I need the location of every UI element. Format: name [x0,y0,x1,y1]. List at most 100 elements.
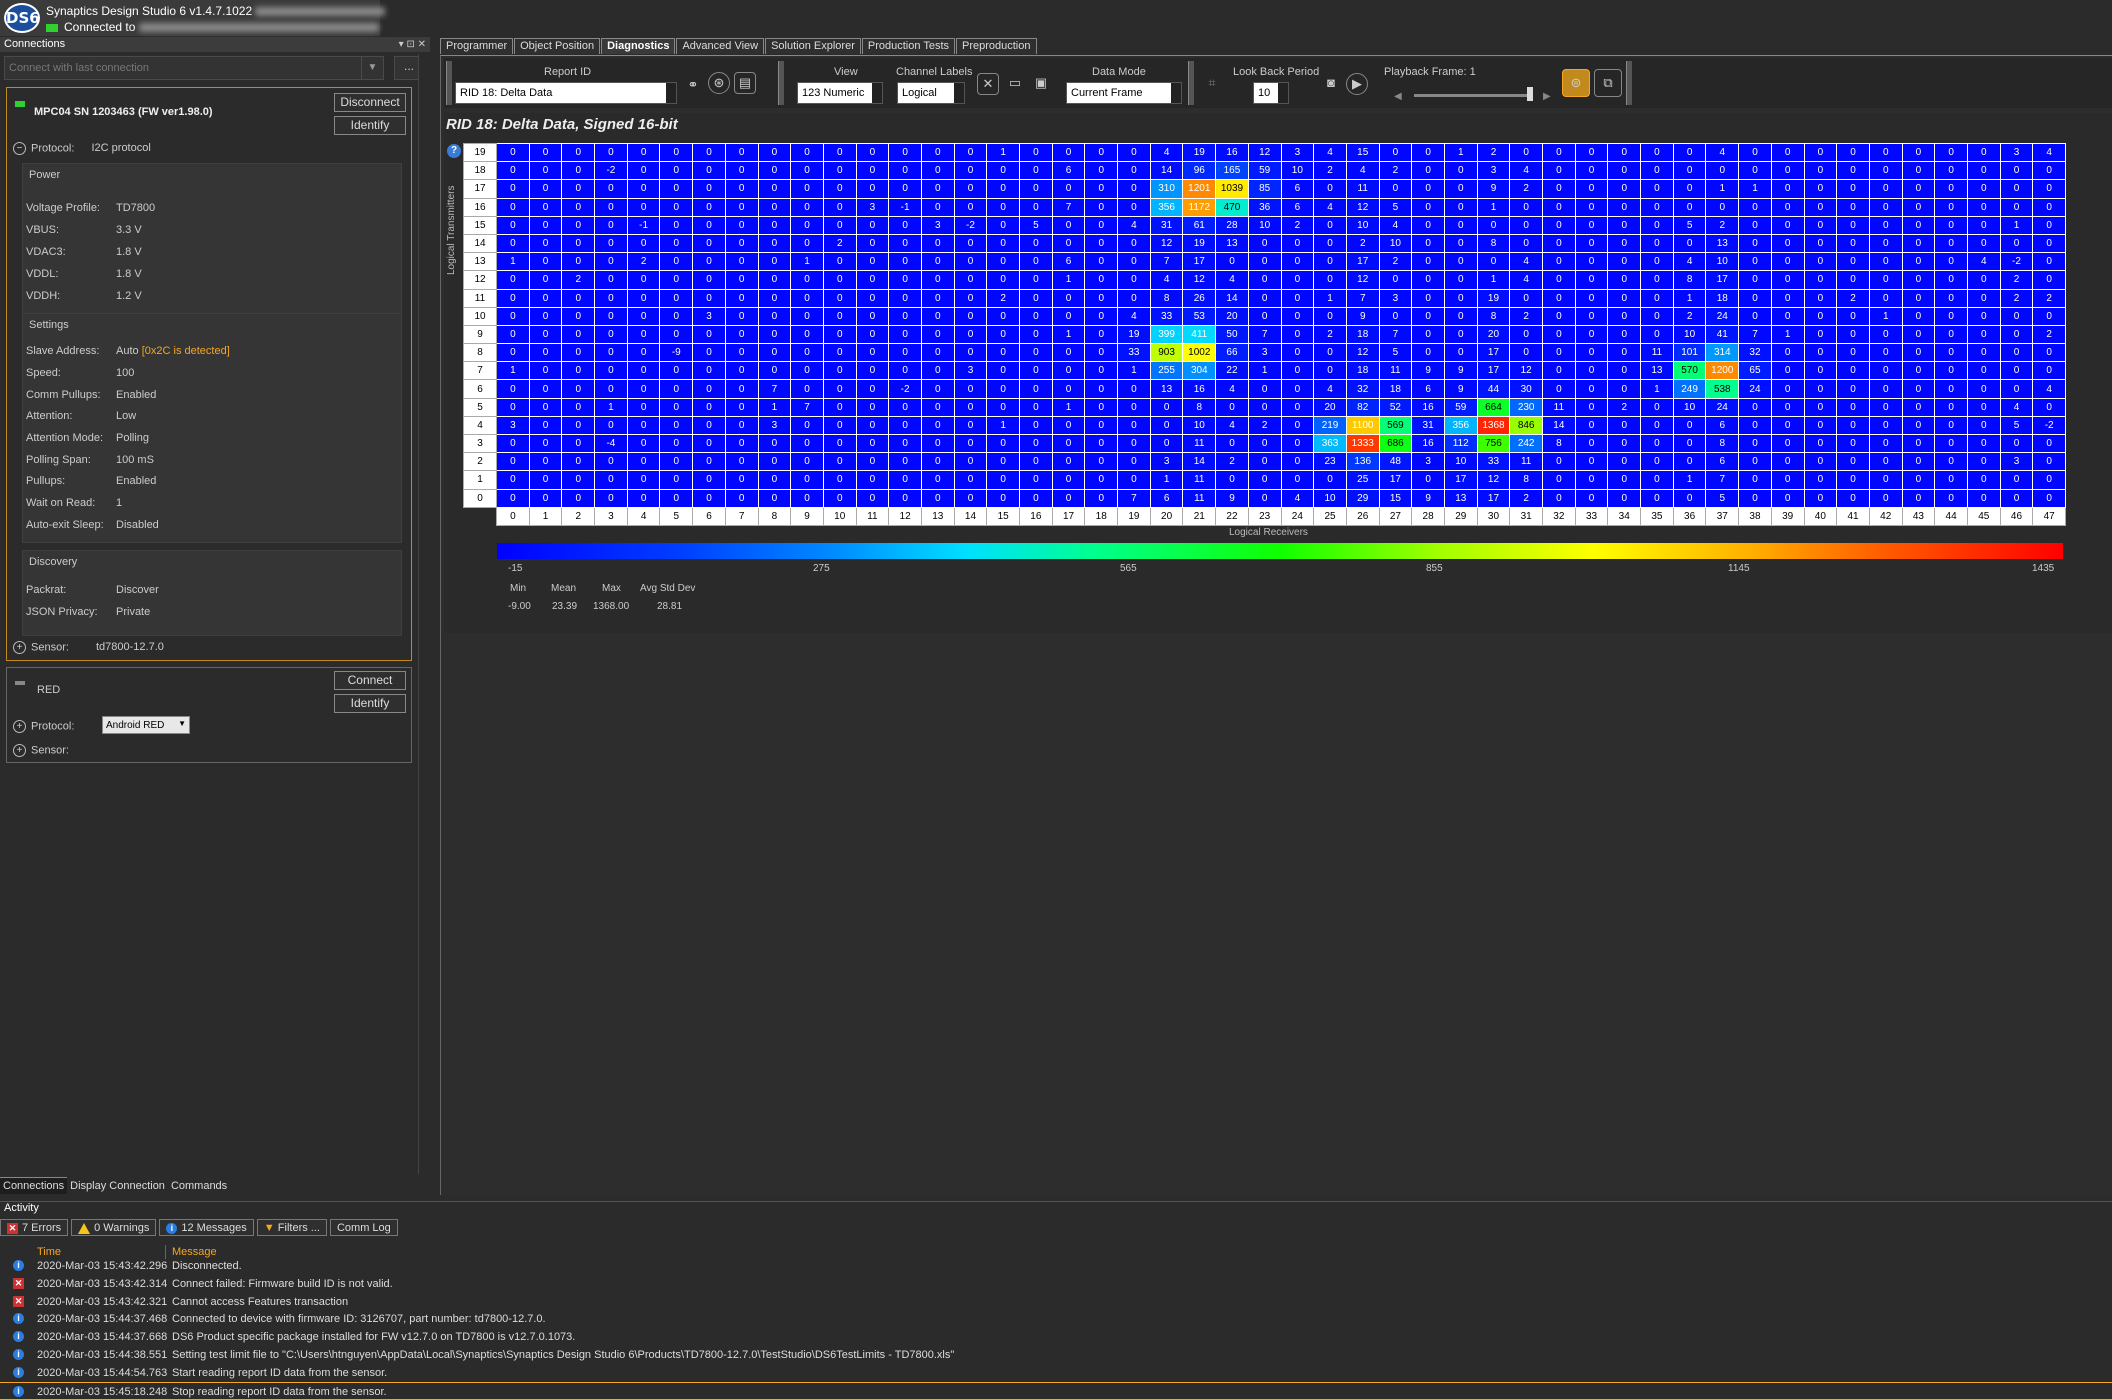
heatmap-cell: 0 [790,270,824,290]
heatmap-cell: 0 [1966,270,2001,290]
heatmap-cell: 0 [659,233,694,254]
heatmap-cell: 0 [528,361,563,381]
heatmap-cell: 0 [1640,161,1674,181]
tab-commands[interactable]: Commands [168,1178,230,1194]
tab-diagnostics[interactable]: Diagnostics [601,38,676,54]
heatmap-cell: 0 [1313,179,1347,199]
warnings-button[interactable]: 0 Warnings [71,1219,157,1236]
expand-icon[interactable]: + [13,641,26,654]
connect-button[interactable]: Connect [334,671,406,690]
log-row[interactable]: i 2020-Mar-03 15:44:37.668 DS6 Product spe… [0,1328,2112,1346]
heatmap-row: 3 0 0 0 -4 0 0 0 0 0 0 0 0 0 0 0 0 0 0 0 0 0 11 0 0 0 363 1333 686 16… [463,433,2066,454]
tab-connections[interactable]: Connections [0,1177,68,1194]
comm-log-button[interactable]: Comm Log [329,1219,398,1236]
identify-button[interactable]: Identify [334,694,406,713]
heatmap-cell: 4 [1509,252,1543,272]
log-row[interactable]: i 2020-Mar-03 15:44:38.551 Setting test li… [0,1346,2112,1364]
play-icon[interactable]: ▶ [1346,73,1368,95]
tab-preproduction[interactable]: Preproduction [956,38,1037,54]
heatmap-cell: 0 [1051,379,1086,399]
heatmap-cell: 242 [1509,433,1543,454]
heatmap-cell: 0 [1051,179,1086,199]
heatmap-cell: 0 [1836,161,1870,181]
next-frame-icon[interactable]: ▶ [1543,91,1553,102]
connect-last-dropdown[interactable]: Connect with last connection ▼ [4,56,384,80]
playback-slider[interactable] [1414,94,1532,97]
heatmap-cell: 0 [855,324,890,345]
column-label: 39 [1770,506,1805,526]
clipboard-icon[interactable]: ▤ [734,72,756,94]
report-id-select[interactable]: RID 18: Delta Data [455,82,677,104]
heatmap-cell: 0 [757,343,792,363]
log-row[interactable]: i 2020-Mar-03 15:44:54.763 Start reading r… [0,1364,2112,1382]
connect-icon[interactable]: ⚭ [682,75,704,97]
heatmap-cell: 0 [1966,470,2001,490]
heatmap-cell: 0 [1966,488,2001,508]
help-icon[interactable]: ? [447,144,461,158]
tab-programmer[interactable]: Programmer [440,38,514,54]
heatmap-cell: 0 [1836,470,1870,490]
heatmap-cell: 0 [1019,415,1053,436]
device-status-led-icon [15,101,25,107]
tab-production-tests[interactable]: Production Tests [861,38,955,54]
expand-icon[interactable]: + [13,744,26,757]
windows-icon[interactable]: ⧉ [1594,69,1622,97]
close-x-icon[interactable]: ✕ [977,73,999,95]
monitor-icon[interactable]: ▣ [1030,73,1052,95]
log-row[interactable]: i 2020-Mar-03 15:44:37.468 Connected to de… [0,1310,2112,1328]
heatmap-cell: 0 [2032,343,2066,363]
log-row[interactable]: ✕ 2020-Mar-03 15:43:42.321 Cannot access F… [0,1293,2112,1311]
heatmap-cell: 0 [1868,252,1903,272]
log-row[interactable]: i 2020-Mar-03 15:45:18.248 Stop reading re… [0,1381,2112,1400]
data-mode-select[interactable]: Current Frame [1066,82,1182,104]
log-row[interactable]: i 2020-Mar-03 15:43:42.296 Disconnected. [0,1257,2112,1275]
tab-solution-explorer[interactable]: Solution Explorer [765,38,861,54]
heatmap-cell: 0 [692,142,726,163]
heatmap-cell: 0 [561,252,596,272]
heatmap-cell: 0 [1770,397,1805,417]
heatmap-cell: 0 [1019,142,1053,163]
connections-header: Connections ▾ ⊡ ✕ [0,37,430,52]
heatmap-cell: 0 [1934,306,1968,326]
tab-display-connection[interactable]: Display Connection [67,1178,168,1194]
panel-window-buttons[interactable]: ▾ ⊡ ✕ [399,37,426,52]
identify-button[interactable]: Identify [334,116,406,135]
heatmap-cell: 0 [790,233,824,254]
filter-icon: ▼ [263,1221,275,1234]
aperture-icon[interactable]: ⊛ [708,72,730,94]
column-label: 5 [659,506,694,526]
camera-icon[interactable]: ◙ [1320,73,1342,95]
playback-slider-thumb[interactable] [1527,87,1533,101]
collapse-icon[interactable]: − [13,142,26,155]
tab-object-position[interactable]: Object Position [514,38,601,54]
heatmap-cell: 0 [1280,470,1315,490]
view-select[interactable]: 123 Numeric [797,82,883,104]
heatmap-cell: 0 [1378,306,1413,326]
chevron-down-icon[interactable]: ▼ [361,57,383,79]
disconnect-button[interactable]: Disconnect [334,93,406,112]
log-row[interactable]: ✕ 2020-Mar-03 15:43:42.314 Connect failed:… [0,1275,2112,1293]
heatmap-cell: 0 [1280,233,1315,254]
filters-button[interactable]: ▼ Filters ... [256,1219,327,1236]
errors-button[interactable]: ✕ 7 Errors [0,1219,69,1236]
connections-scrollbar[interactable] [418,54,428,1174]
heatmap-cell: 0 [1901,433,1936,454]
channel-labels-select[interactable]: Logical [897,82,965,104]
heatmap-cell: 570 [1672,361,1707,381]
heatmap-cell: 0 [855,433,890,454]
tab-advanced-view[interactable]: Advanced View [676,38,765,54]
lookback-input[interactable]: 10 [1253,82,1289,104]
heatmap-cell: 0 [757,488,792,508]
prev-frame-icon[interactable]: ◀ [1394,91,1404,102]
messages-button[interactable]: i 12 Messages [159,1219,254,1236]
expand-icon[interactable]: + [13,720,26,733]
heatmap-cell: 7 [1378,324,1413,345]
display-icon[interactable]: ▭ [1004,73,1026,95]
protocol-select[interactable]: Android RED ▼ [102,716,190,734]
heatmap-cell: -1 [626,215,661,235]
record-toggle-icon[interactable]: ⊜ [1562,69,1590,97]
heatmap-cell: 0 [1443,197,1478,217]
settings-row: Slave Address: Auto [0x2C is detected] [26,345,230,357]
heatmap-cell: 0 [1574,306,1609,326]
heatmap-cell: 13 [1443,488,1478,508]
